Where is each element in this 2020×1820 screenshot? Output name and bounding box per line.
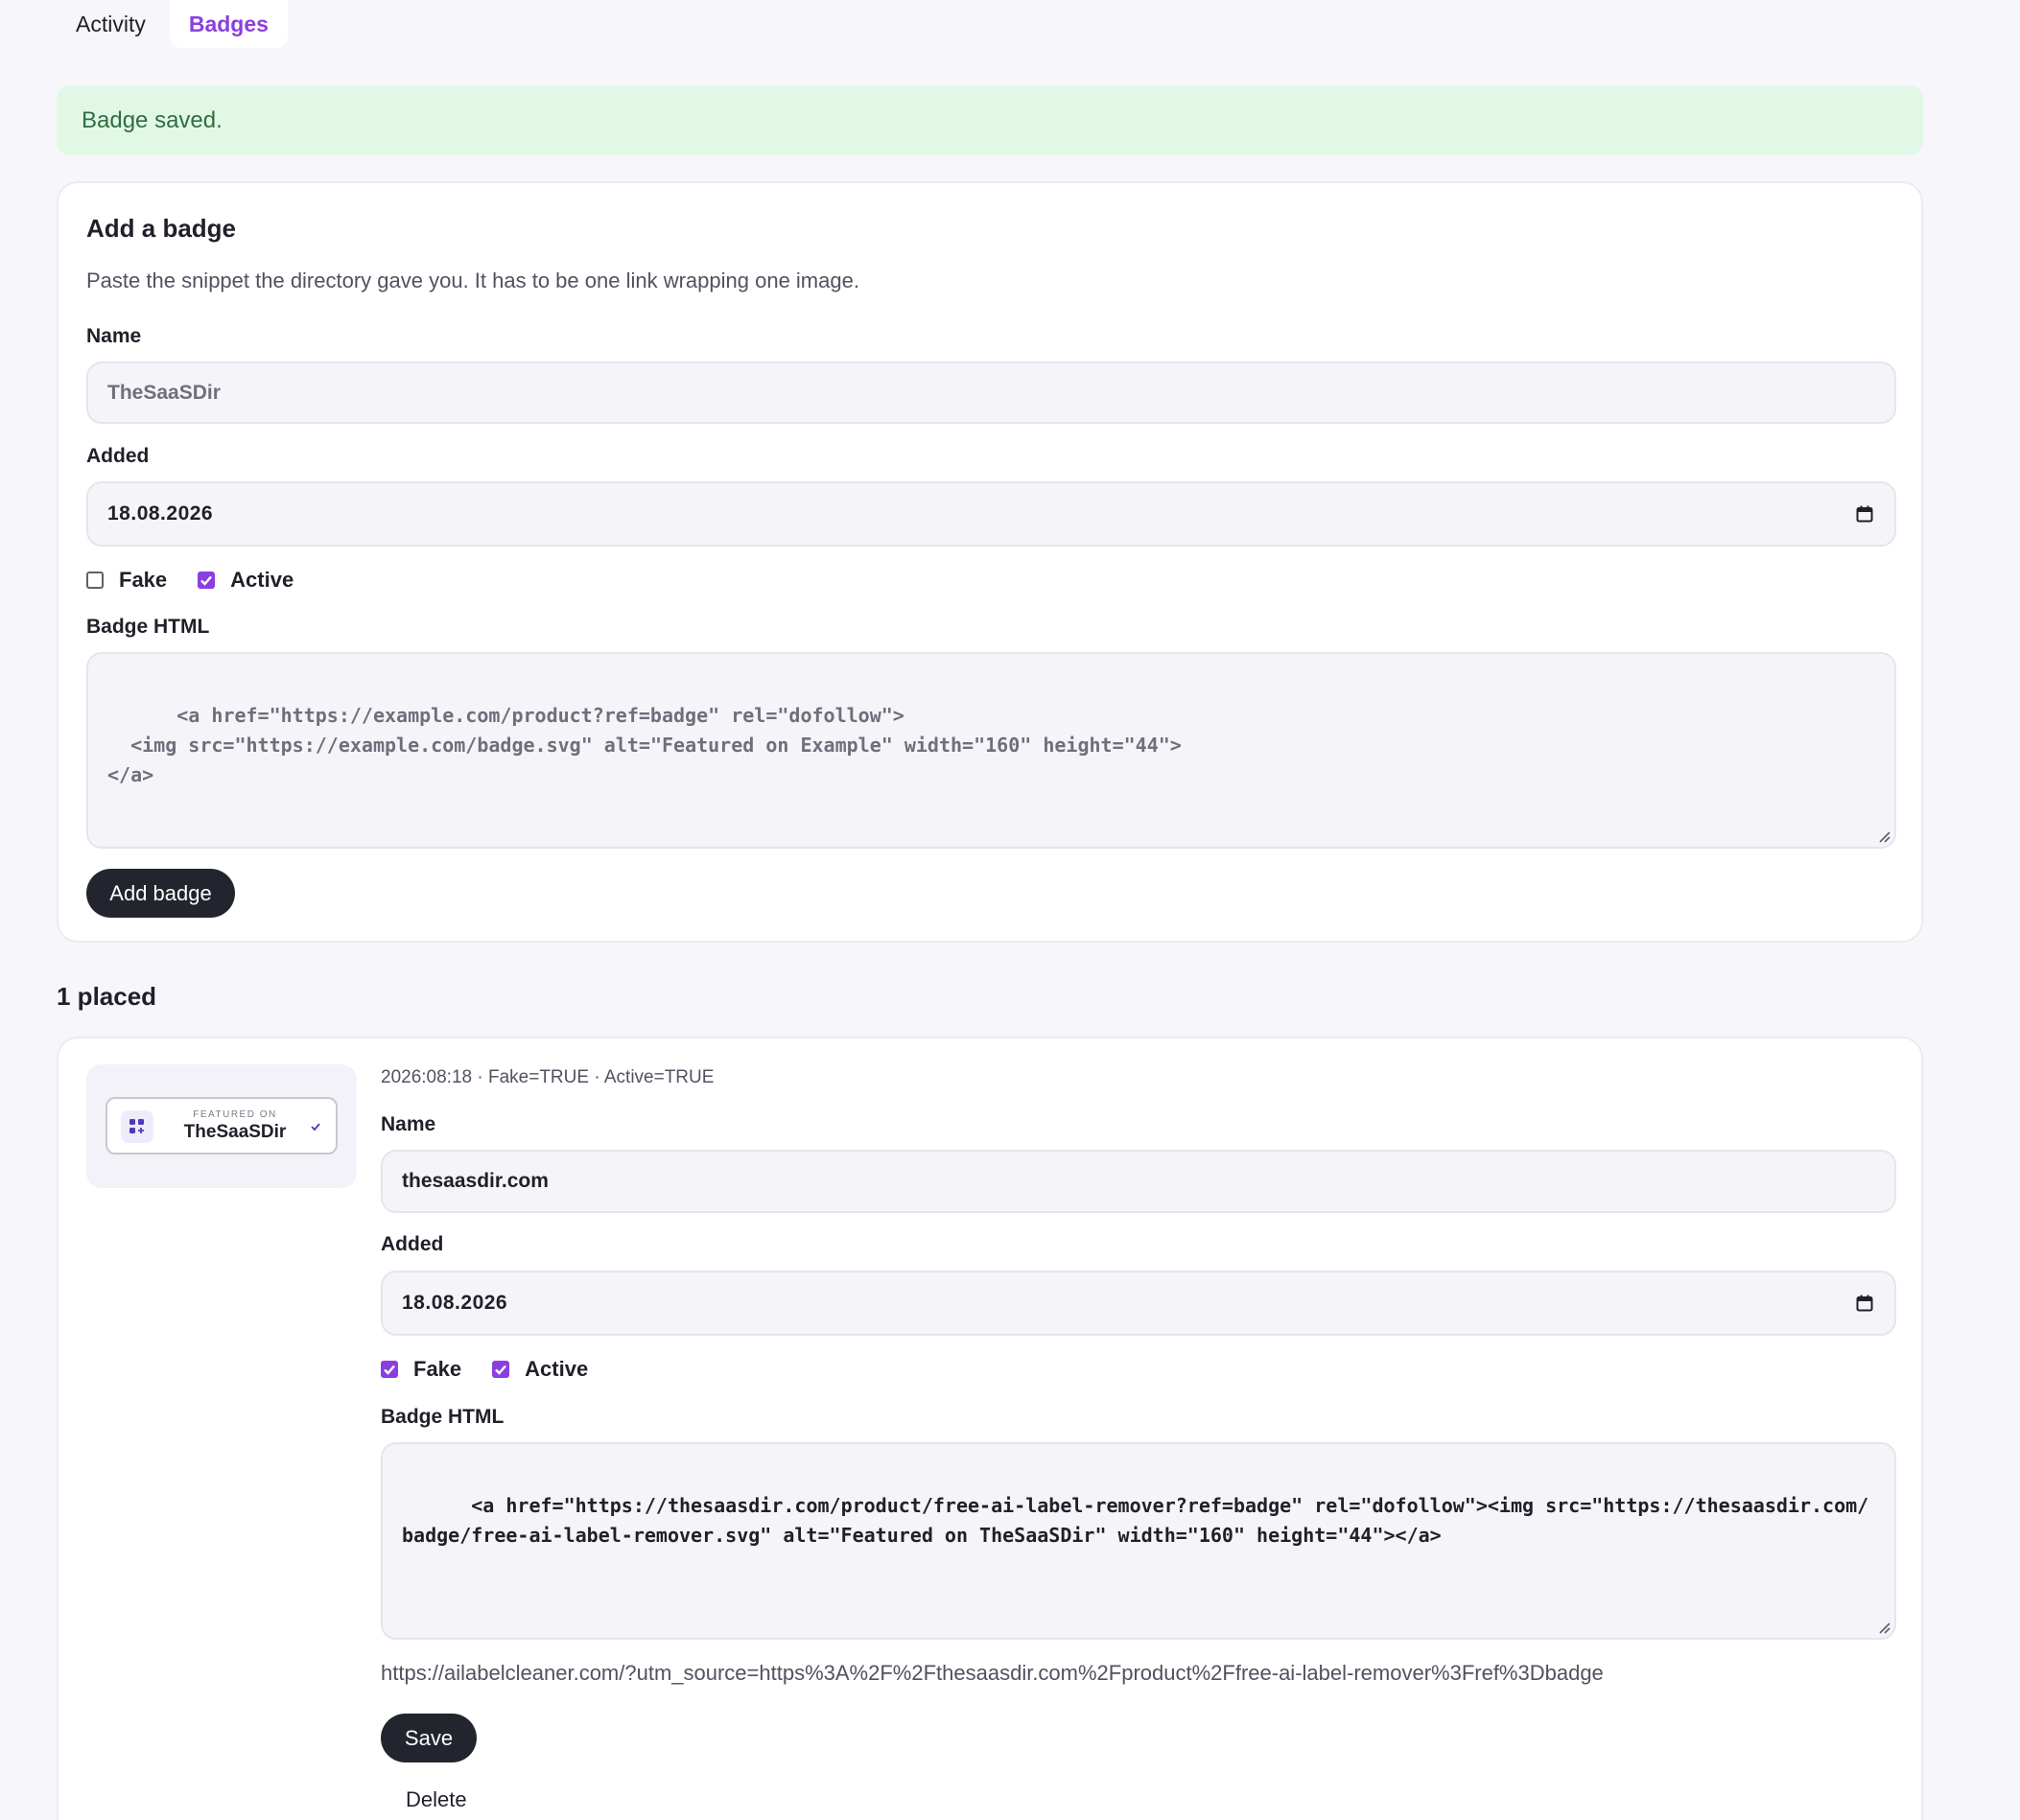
- badge-directory-name: TheSaaSDir: [183, 1122, 287, 1142]
- checkbox-check-icon: [200, 575, 213, 586]
- verified-check-icon: [311, 1123, 320, 1132]
- checkbox-check-icon: [495, 1365, 507, 1375]
- placed-name-label: Name: [381, 1113, 436, 1135]
- tab-badges[interactable]: Badges: [169, 0, 288, 48]
- placed-fake-label: Fake: [413, 1357, 462, 1381]
- calendar-icon[interactable]: [1856, 505, 1873, 523]
- placed-added-date-value: 18.08.2026: [402, 1292, 508, 1314]
- name-label: Name: [86, 325, 142, 347]
- badge-meta: 2026:08:18 · Fake=TRUE · Active=TRUE: [381, 1067, 715, 1087]
- fake-label: Fake: [119, 568, 168, 592]
- tracking-url: https://ailabelcleaner.com/?utm_source=h…: [381, 1661, 1604, 1685]
- added-label: Added: [86, 445, 150, 467]
- added-date-value: 18.08.2026: [107, 502, 214, 525]
- flags-row: Fake Active: [86, 568, 324, 593]
- add-badge-card: Add a badge Paste the snippet the direct…: [57, 181, 1923, 943]
- delete-button[interactable]: Delete: [406, 1787, 467, 1812]
- page: Activity Badges Badge saved. Add a badge…: [0, 0, 2020, 1820]
- placed-fake-checkbox[interactable]: [381, 1361, 398, 1378]
- placed-added-date-input[interactable]: 18.08.2026: [381, 1271, 1896, 1336]
- active-label: Active: [230, 568, 294, 592]
- fake-checkbox[interactable]: [86, 572, 104, 589]
- added-date-input[interactable]: 18.08.2026: [86, 481, 1896, 547]
- success-flash: Badge saved.: [57, 85, 1923, 155]
- badge-preview: FEATURED ON TheSaaSDir: [86, 1064, 357, 1188]
- placed-badge-html-textarea[interactable]: <a href="https://thesaasdir.com/product/…: [381, 1442, 1896, 1640]
- name-input[interactable]: TheSaaSDir: [86, 362, 1896, 424]
- badge-html-textarea[interactable]: <a href="https://example.com/product?ref…: [86, 652, 1896, 849]
- placed-badge-html-value: <a href="https://thesaasdir.com/product/…: [402, 1494, 1869, 1547]
- badge-image: FEATURED ON TheSaaSDir: [106, 1097, 338, 1155]
- resize-handle-icon[interactable]: [1877, 829, 1891, 843]
- fake-checkbox-item[interactable]: Fake: [86, 568, 167, 593]
- name-input-placeholder: TheSaaSDir: [107, 381, 221, 404]
- badge-featured-text: FEATURED ON: [193, 1109, 277, 1120]
- active-checkbox-item[interactable]: Active: [198, 568, 294, 593]
- add-badge-button[interactable]: Add badge: [86, 869, 235, 918]
- placed-name-input[interactable]: thesaasdir.com: [381, 1150, 1896, 1213]
- active-checkbox[interactable]: [198, 572, 216, 589]
- placed-fake-checkbox-item[interactable]: Fake: [381, 1357, 461, 1382]
- placed-flags-row: Fake Active: [381, 1357, 619, 1382]
- save-button[interactable]: Save: [381, 1714, 477, 1762]
- placed-active-checkbox-item[interactable]: Active: [492, 1357, 588, 1382]
- placed-active-label: Active: [525, 1357, 589, 1381]
- tab-activity[interactable]: Activity: [57, 0, 164, 48]
- badge-html-label: Badge HTML: [86, 616, 210, 638]
- placed-active-checkbox[interactable]: [492, 1361, 510, 1378]
- placed-count: 1 placed: [57, 982, 157, 1011]
- tab-bar: Activity Badges: [57, 0, 288, 48]
- flash-message: Badge saved.: [82, 106, 223, 133]
- badge-html-placeholder: <a href="https://example.com/product?ref…: [107, 704, 1182, 786]
- placed-name-value: thesaasdir.com: [402, 1170, 549, 1192]
- placed-badge-card: FEATURED ON TheSaaSDir 2026:08:18 · Fake…: [57, 1037, 1923, 1820]
- checkbox-check-icon: [384, 1365, 395, 1375]
- placed-badge-html-label: Badge HTML: [381, 1406, 505, 1428]
- resize-handle-icon[interactable]: [1877, 1621, 1891, 1634]
- add-badge-title: Add a badge: [86, 214, 237, 243]
- calendar-icon[interactable]: [1856, 1295, 1873, 1312]
- badge-logo-icon: [121, 1110, 153, 1143]
- placed-added-label: Added: [381, 1233, 444, 1255]
- add-badge-description: Paste the snippet the directory gave you…: [86, 268, 859, 292]
